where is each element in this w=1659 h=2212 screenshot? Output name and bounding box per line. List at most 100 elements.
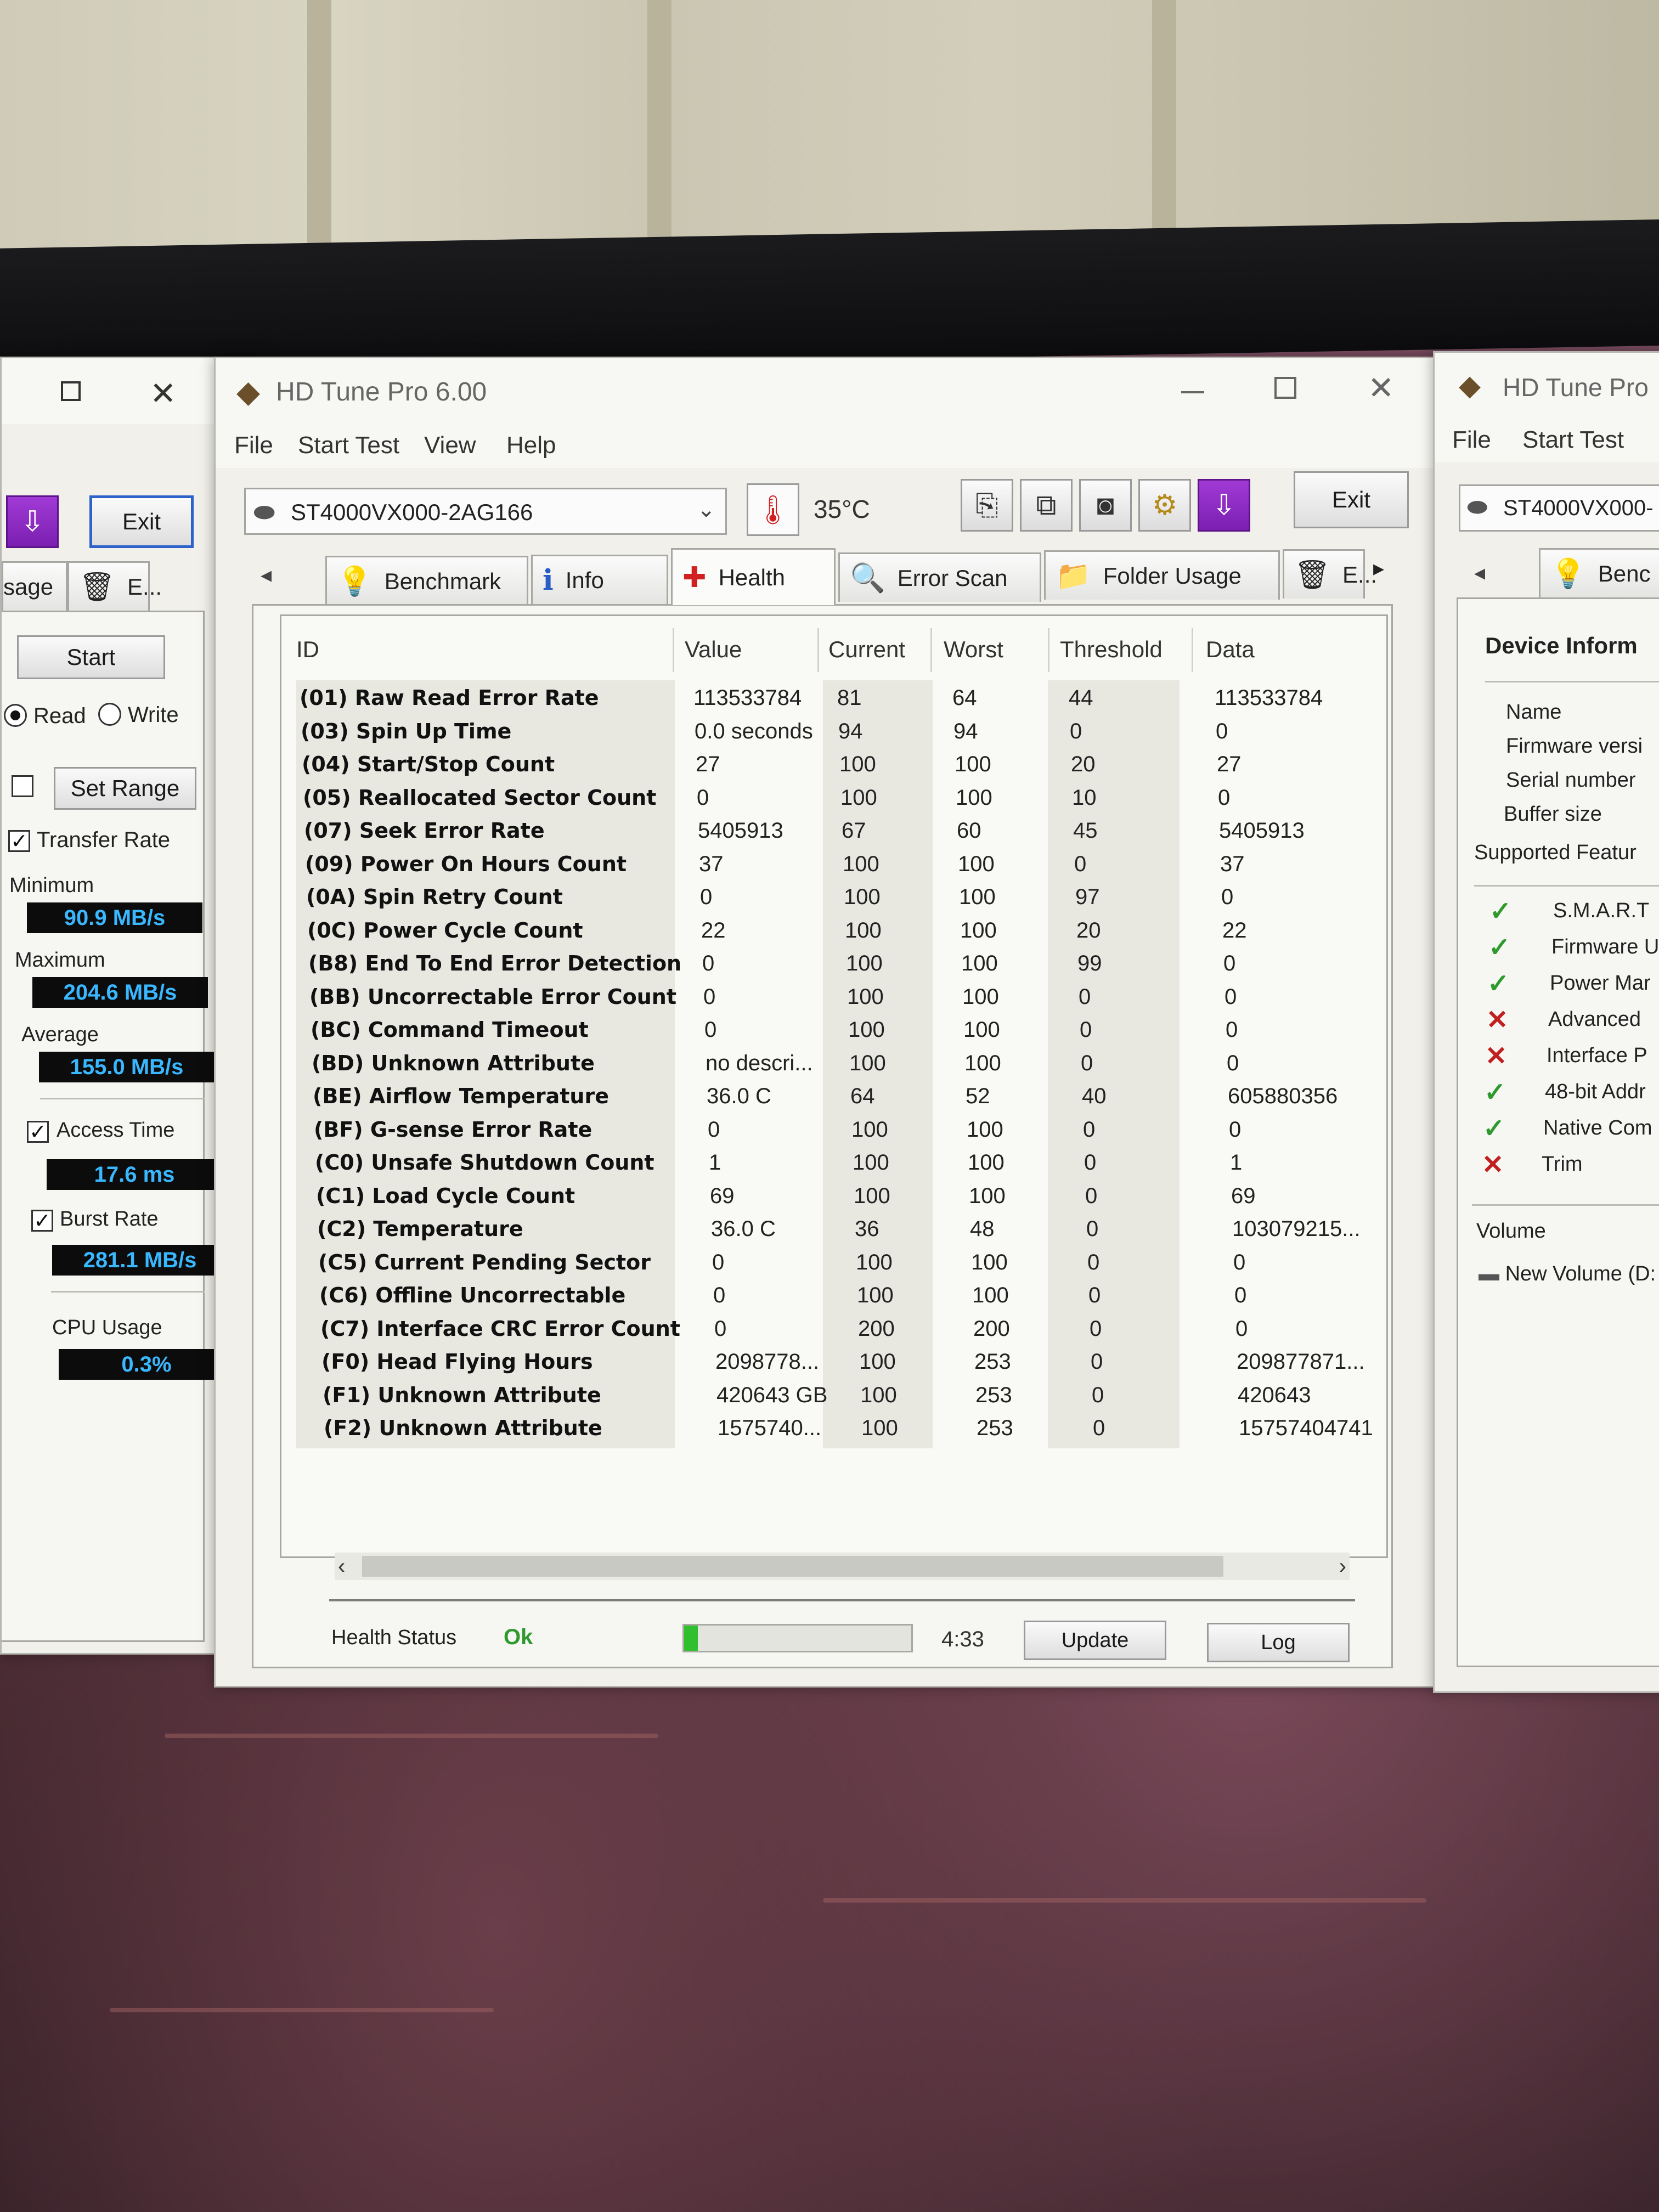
exit-button[interactable]: Exit — [1294, 471, 1409, 528]
menu-view[interactable]: View — [424, 432, 476, 459]
start-button[interactable]: Start — [17, 635, 165, 679]
scroll-left-icon[interactable]: ‹ — [338, 1553, 345, 1580]
divider — [51, 1291, 205, 1293]
copy-info-icon[interactable]: ⧉ — [1020, 479, 1073, 532]
cell-worst: 100 — [960, 918, 997, 943]
drive-icon: ▬ — [1479, 1262, 1499, 1285]
cpu-usage-label: CPU Usage — [52, 1316, 162, 1339]
table-row[interactable]: (C7) Interface CRC Error Count 0 200 200 0 0 — [320, 1312, 1396, 1345]
tab-scroll-left-icon[interactable]: ◂ — [1474, 560, 1485, 585]
table-row[interactable]: (C2) Temperature 36.0 C 36 48 0 103079215... — [317, 1212, 1392, 1245]
maximum-label: Maximum — [15, 949, 105, 972]
write-radio[interactable] — [98, 703, 121, 726]
burst-rate-checkbox[interactable]: ✓ — [31, 1210, 53, 1233]
cell-worst: 52 — [966, 1084, 990, 1108]
copy-text-icon[interactable]: ⎘ — [961, 479, 1013, 532]
drive-select[interactable]: ⬬ ST4000VX000-2AG166 ⌄ — [244, 488, 727, 535]
cell-data: 0 — [1218, 785, 1231, 810]
table-row[interactable]: (C0) Unsafe Shutdown Count 1 100 100 0 1 — [315, 1146, 1390, 1179]
tab-extra-partial[interactable]: 🗑 E... — [67, 561, 162, 611]
tab-benchmark[interactable]: 💡 Benc — [1539, 548, 1659, 597]
table-row[interactable]: (09) Power On Hours Count 37 100 100 0 37 — [305, 848, 1380, 881]
cell-current: 100 — [847, 984, 884, 1009]
table-row[interactable]: (05) Reallocated Sector Count 0 100 100 10 0 — [303, 781, 1378, 814]
table-row[interactable]: (01) Raw Read Error Rate 113533784 81 64 44 1… — [300, 681, 1375, 714]
checkmark-icon: ✓ — [1487, 969, 1510, 998]
table-row[interactable]: (BC) Command Timeout 0 100 100 0 0 — [311, 1013, 1386, 1046]
menu-help[interactable]: Help — [506, 432, 556, 459]
column-header-threshold[interactable]: Threshold — [1060, 636, 1163, 663]
download-icon[interactable]: ⇩ — [6, 495, 59, 548]
table-row[interactable]: (03) Spin Up Time 0.0 seconds 94 94 0 0 — [301, 715, 1376, 748]
table-row[interactable]: (C6) Offline Uncorrectable 0 100 100 0 0 — [319, 1279, 1395, 1312]
tab-scroll-right-icon[interactable]: ▸ — [1373, 556, 1384, 581]
tab-extra[interactable]: 🗑 E... — [1283, 549, 1377, 599]
column-header-data[interactable]: Data — [1206, 636, 1255, 663]
menu-start-test[interactable]: Start Test — [298, 432, 399, 459]
table-row[interactable]: (07) Seek Error Rate 5405913 67 60 45 5405913 — [304, 814, 1379, 847]
cell-threshold: 0 — [1085, 1183, 1098, 1208]
tab-folder-usage-partial[interactable]: sage — [2, 561, 67, 611]
column-header-worst[interactable]: Worst — [944, 636, 1003, 663]
cell-value: 1575740... — [718, 1416, 822, 1440]
table-row[interactable]: (B8) End To End Error Detection 0 100 100 99… — [308, 947, 1384, 980]
drive-icon: ⬬ — [253, 498, 275, 526]
thermometer-icon: 🌡 — [747, 483, 799, 536]
options-icon[interactable]: ⚙ — [1138, 479, 1191, 532]
table-row[interactable]: (BE) Airflow Temperature 36.0 C 64 52 40 6058… — [313, 1080, 1388, 1113]
drive-select[interactable]: ⬬ ST4000VX000- — [1459, 484, 1659, 532]
close-icon[interactable]: ✕ — [1368, 369, 1395, 407]
scrollbar-thumb[interactable] — [362, 1556, 1223, 1577]
maximize-icon[interactable] — [1274, 377, 1296, 399]
right-menubar: File Start Test — [1435, 419, 1659, 462]
volume-item[interactable]: ▬ New Volume (D: — [1479, 1262, 1656, 1286]
table-row[interactable]: (0A) Spin Retry Count 0 100 100 97 0 — [306, 881, 1381, 913]
set-range-button[interactable]: Set Range — [54, 767, 196, 810]
maximize-icon[interactable] — [61, 381, 81, 401]
minimize-icon[interactable] — [1181, 391, 1204, 393]
menu-file[interactable]: File — [1452, 426, 1491, 454]
tab-info[interactable]: ℹ Info — [531, 555, 668, 604]
cross-icon: ✕ — [1482, 1150, 1504, 1180]
left-exit-button[interactable]: Exit — [89, 495, 194, 548]
table-row[interactable]: (0C) Power Cycle Count 22 100 100 20 22 — [307, 914, 1383, 947]
cell-data: 0 — [1226, 1018, 1238, 1042]
table-row[interactable]: (F1) Unknown Attribute 420643 GB 100 253 0 42… — [323, 1379, 1398, 1412]
log-button[interactable]: Log — [1207, 1623, 1350, 1662]
tab-error-scan[interactable]: 🔍 Error Scan — [838, 552, 1041, 602]
range-checkbox[interactable] — [12, 775, 33, 797]
close-icon[interactable]: ✕ — [150, 375, 177, 412]
table-row[interactable]: (BD) Unknown Attribute no descri... 100 100… — [312, 1047, 1387, 1080]
cell-worst: 100 — [972, 1283, 1009, 1307]
transfer-rate-checkbox[interactable]: ✓ — [8, 830, 30, 853]
column-header-value[interactable]: Value — [685, 636, 742, 663]
read-radio[interactable] — [4, 704, 27, 727]
update-button[interactable]: Update — [1024, 1621, 1166, 1660]
cell-worst: 60 — [957, 819, 981, 843]
menu-file[interactable]: File — [234, 432, 273, 459]
column-header-id[interactable]: ID — [296, 636, 319, 663]
cell-data: 37 — [1220, 851, 1245, 876]
table-row[interactable]: (BB) Uncorrectable Error Count 0 100 100 0 0 — [309, 980, 1385, 1013]
cell-value: 1 — [709, 1150, 721, 1175]
tab-health[interactable]: ✚ Health — [671, 548, 836, 605]
table-row[interactable]: (C5) Current Pending Sector 0 100 100 0 0 — [318, 1246, 1393, 1279]
scroll-right-icon[interactable]: › — [1339, 1553, 1346, 1580]
tab-scroll-left-icon[interactable]: ◂ — [261, 562, 272, 588]
table-row[interactable]: (C1) Load Cycle Count 69 100 100 0 69 — [316, 1180, 1391, 1212]
table-row[interactable]: (BF) G-sense Error Rate 0 100 100 0 0 — [314, 1113, 1389, 1146]
cell-threshold: 0 — [1091, 1350, 1103, 1374]
table-row[interactable]: (F0) Head Flying Hours 2098778... 100 253 0 2… — [321, 1345, 1397, 1378]
tab-folder-usage[interactable]: 📁 Folder Usage — [1044, 550, 1280, 600]
tab-benchmark[interactable]: 💡 Benchmark — [325, 556, 528, 605]
access-time-checkbox[interactable]: ✓ — [27, 1121, 49, 1144]
horizontal-scrollbar[interactable]: ‹ › — [335, 1553, 1350, 1580]
column-header-current[interactable]: Current — [828, 636, 905, 663]
screenshot-icon[interactable]: ◙ — [1079, 479, 1132, 532]
table-row[interactable]: (F2) Unknown Attribute 1575740... 100 253 0 1… — [324, 1412, 1399, 1444]
download-icon[interactable]: ⇩ — [1198, 479, 1250, 532]
menu-start-test[interactable]: Start Test — [1522, 426, 1624, 454]
trash-icon: 🗑 — [1294, 559, 1331, 591]
cell-value: 0.0 seconds — [695, 719, 813, 743]
table-row[interactable]: (04) Start/Stop Count 27 100 100 20 27 — [302, 748, 1377, 781]
